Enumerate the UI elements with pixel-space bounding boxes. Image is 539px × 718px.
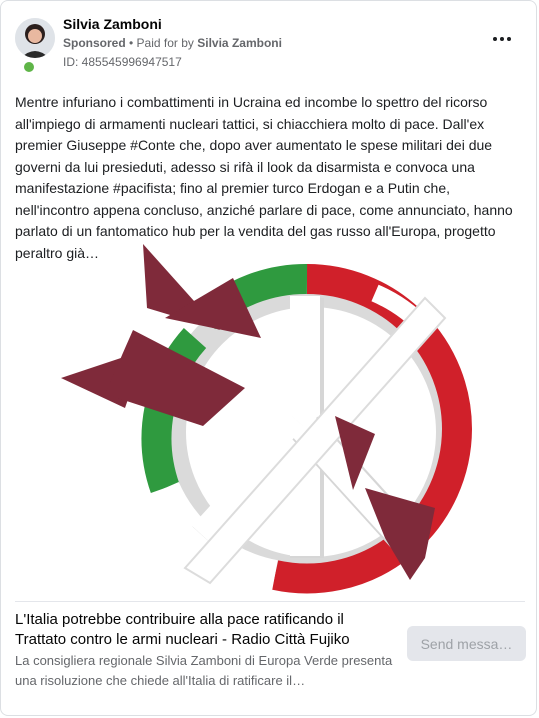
divider [15, 601, 525, 602]
paid-for-prefix: Paid for by [136, 36, 198, 50]
author-name[interactable]: Silvia Zamboni [63, 16, 162, 32]
online-badge-icon [22, 60, 36, 74]
ad-card: Silvia Zamboni Sponsored • Paid for by S… [0, 0, 537, 716]
link-preview[interactable]: L'Italia potrebbe contribuire alla pace … [1, 601, 536, 711]
post-header: Silvia Zamboni Sponsored • Paid for by S… [15, 15, 522, 75]
meta-separator: • [125, 36, 137, 50]
peace-symbol-with-bombs-icon [61, 244, 472, 594]
link-title[interactable]: L'Italia potrebbe contribuire alla pace … [15, 610, 390, 650]
avatar-image [15, 18, 55, 58]
link-description: La consigliera regionale Silvia Zamboni … [15, 653, 393, 688]
sponsored-line: Sponsored • Paid for by Silvia Zamboni [63, 36, 282, 50]
ad-id: ID: 485545996947517 [63, 55, 182, 69]
post-image[interactable] [15, 238, 525, 600]
send-message-button[interactable]: Send messa… [407, 626, 526, 661]
paid-for-name: Silvia Zamboni [197, 36, 282, 50]
more-options-icon[interactable] [488, 29, 516, 49]
sponsored-label[interactable]: Sponsored [63, 36, 126, 50]
avatar[interactable] [15, 18, 55, 58]
